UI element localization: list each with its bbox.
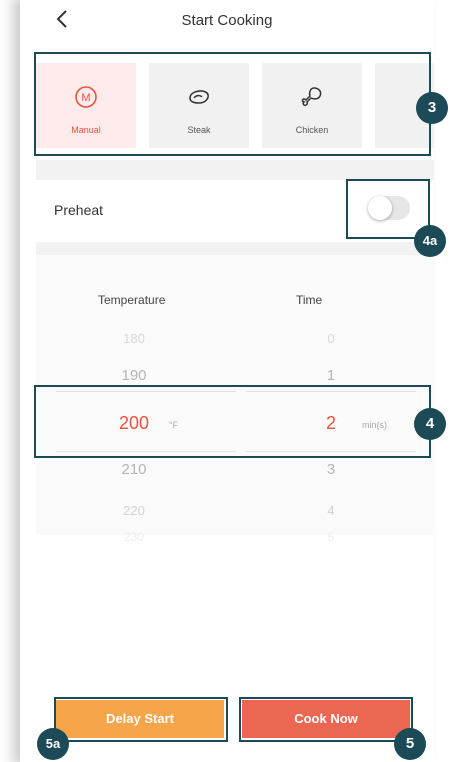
temperature-option[interactable]: 180 [104,331,164,346]
callout-box-picker [34,385,431,458]
temperature-option[interactable]: 230 [104,530,164,544]
callout-badge-preheat: 4a [414,225,446,257]
temperature-option[interactable]: 220 [104,503,164,518]
left-edge [0,0,20,762]
temperature-header: Temperature [98,293,166,307]
preheat-label: Preheat [54,202,104,218]
callout-box-cook-now [239,697,413,742]
time-option[interactable]: 0 [311,331,351,346]
header: Start Cooking [20,0,434,40]
divider [36,242,434,255]
callout-badge-cook-now: 5 [394,728,426,760]
time-option[interactable]: 3 [311,461,351,478]
time-option[interactable]: 4 [311,503,351,518]
time-option[interactable]: 1 [311,367,351,384]
callout-badge-tabs: 3 [416,92,448,124]
page-title: Start Cooking [181,12,273,29]
temperature-option[interactable]: 190 [104,367,164,384]
callout-box-tabs [34,52,431,156]
callout-box-delay-start [54,697,228,742]
time-header: Time [296,293,323,307]
callout-badge-picker: 4 [414,408,446,440]
divider [36,160,434,180]
temperature-option[interactable]: 210 [104,461,164,478]
callout-badge-delay-start: 5a [37,728,69,760]
time-option[interactable]: 5 [311,530,351,544]
